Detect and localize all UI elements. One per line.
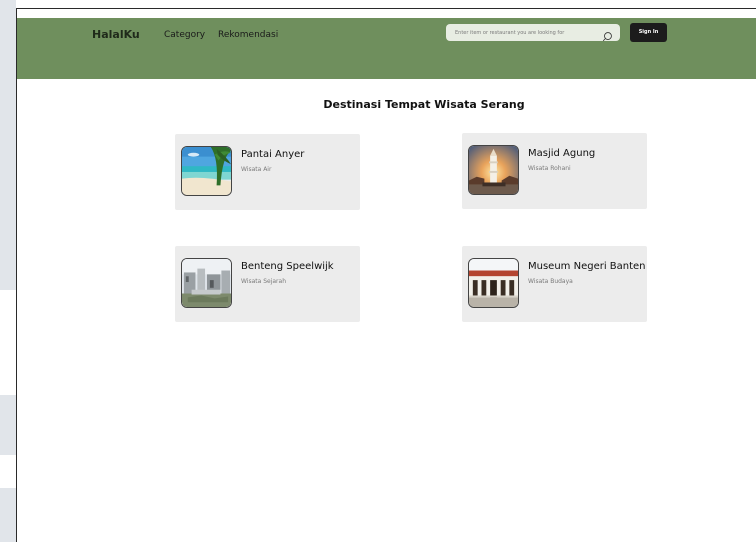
card-title: Masjid Agung [528, 148, 596, 159]
card-subtitle: Wisata Rohani [528, 165, 571, 172]
nav-link-rekomendasi[interactable]: Rekomendasi [218, 30, 278, 40]
card-subtitle: Wisata Air [241, 166, 272, 173]
card-title: Pantai Anyer [241, 149, 305, 160]
museum-photo [468, 258, 519, 308]
destination-card-museum-negeri-banten[interactable]: Museum Negeri Banten Wisata Budaya [462, 246, 647, 322]
fort-ruins-photo [181, 258, 232, 308]
card-title: Benteng Speelwijk [241, 261, 334, 272]
side-shade-top [0, 0, 16, 290]
page-frame: HalalKu Category Rekomendasi Sign In Des… [0, 0, 756, 542]
beach-photo [181, 146, 232, 196]
card-subtitle: Wisata Budaya [528, 278, 573, 285]
card-title: Museum Negeri Banten [528, 261, 646, 272]
destination-card-pantai-anyer[interactable]: Pantai Anyer Wisata Air [175, 134, 360, 210]
page-border-top [16, 8, 756, 9]
mosque-photo [468, 145, 519, 195]
search-icon[interactable] [602, 27, 613, 42]
page-border-left [16, 8, 17, 542]
page-title: Destinasi Tempat Wisata Serang [323, 98, 525, 111]
search-box[interactable] [446, 24, 620, 42]
side-shade-middle [0, 395, 16, 455]
destination-card-masjid-agung[interactable]: Masjid Agung Wisata Rohani [462, 133, 647, 209]
card-subtitle: Wisata Sejarah [241, 278, 286, 285]
brand-logo[interactable]: HalalKu [92, 28, 140, 41]
side-shade-bottom [0, 488, 16, 542]
destination-card-benteng-speelwijk[interactable]: Benteng Speelwijk Wisata Sejarah [175, 246, 360, 322]
sign-in-button[interactable]: Sign In [630, 23, 667, 42]
search-input[interactable] [446, 24, 603, 41]
nav-link-category[interactable]: Category [164, 30, 205, 40]
